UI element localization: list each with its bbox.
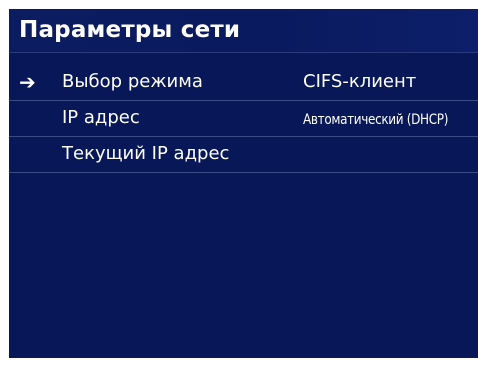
menu-item-label: Выбор режима [62, 71, 203, 92]
menu-item-value: Автоматический (DHCP) [303, 112, 449, 128]
menu-item-label: IP адрес [62, 107, 140, 128]
menu-item-ip-address[interactable]: IP адрес Автоматический (DHCP) [9, 101, 478, 137]
menu-item-label: Текущий IP адрес [62, 143, 230, 164]
network-settings-screen: Параметры сети ➔ Выбор режима CIFS-клиен… [9, 9, 478, 358]
menu-item-mode-selection[interactable]: ➔ Выбор режима CIFS-клиент [9, 65, 478, 101]
page-title: Параметры сети [19, 17, 241, 43]
arrow-right-icon: ➔ [19, 70, 36, 94]
menu-item-current-ip-address[interactable]: Текущий IP адрес [9, 137, 478, 173]
title-bar: Параметры сети [9, 9, 478, 53]
menu-item-value: CIFS-клиент [303, 71, 417, 92]
